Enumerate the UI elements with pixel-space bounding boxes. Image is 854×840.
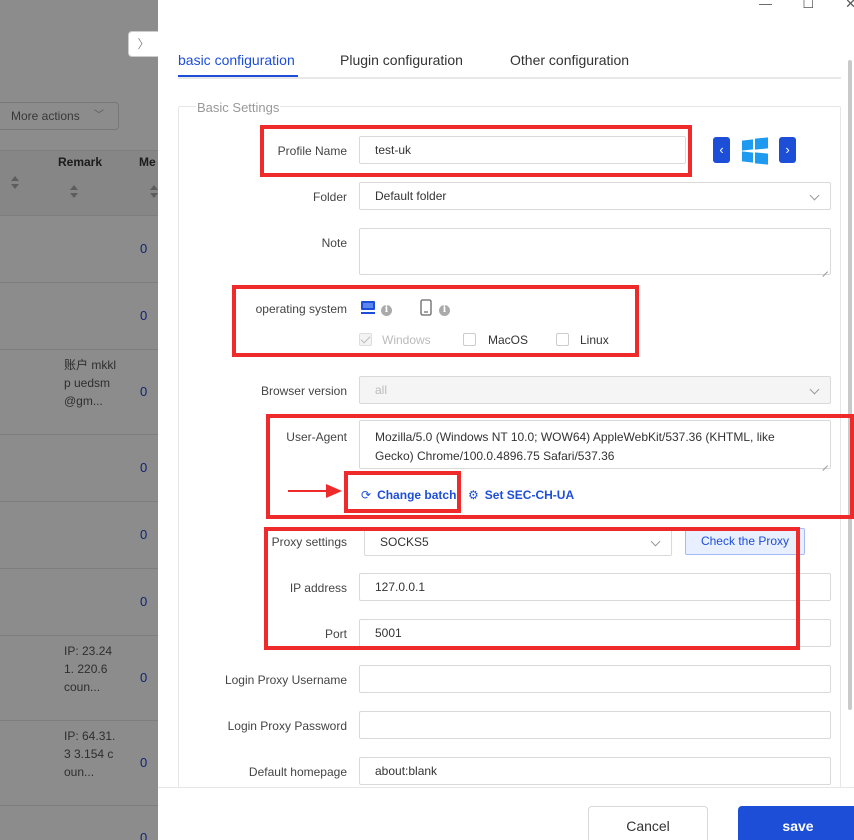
minimize-icon[interactable]: — [759, 0, 772, 11]
collapse-drawer-button[interactable]: 〉 [128, 31, 158, 57]
scrollbar[interactable] [848, 60, 852, 710]
folder-value: Default folder [375, 189, 447, 203]
note-label: Note [321, 236, 347, 250]
tab-other-configuration[interactable]: Other configuration [510, 52, 629, 68]
chevron-right-icon: 〉 [137, 37, 150, 51]
profile-drawer: — ☐ ✕ basic configuration Plugin configu… [158, 0, 854, 840]
chevron-left-icon: ‹ [719, 142, 724, 157]
close-icon[interactable]: ✕ [845, 0, 854, 12]
annotation-arrow-head [326, 484, 342, 498]
tab-plugin-configuration[interactable]: Plugin configuration [340, 52, 463, 68]
annotation-arrow [288, 490, 328, 492]
login-proxy-username-label: Login Proxy Username [224, 673, 347, 687]
chevron-down-icon [809, 190, 820, 201]
prev-os-button[interactable]: ‹ [713, 137, 730, 163]
active-tab-indicator [178, 75, 298, 77]
default-homepage-label: Default homepage [248, 765, 347, 779]
background-page: More actions ﹀ Remark Me 0 0 账户 mkklp ue… [0, 0, 158, 840]
folder-label: Folder [312, 190, 347, 204]
section-title: Basic Settings [196, 100, 281, 115]
maximize-icon[interactable]: ☐ [802, 0, 814, 12]
save-button[interactable]: save [738, 806, 854, 840]
resize-handle-icon[interactable] [821, 265, 829, 273]
tab-basic-configuration[interactable]: basic configuration [178, 52, 295, 68]
tab-bar: basic configuration Plugin configuration… [178, 52, 841, 79]
login-proxy-password-label: Login Proxy Password [227, 719, 347, 733]
login-proxy-password-input[interactable] [359, 711, 831, 739]
browser-version-select[interactable]: all [359, 376, 831, 404]
annotation-box [264, 527, 800, 650]
windows-logo-icon [742, 137, 768, 165]
chevron-right-icon: › [785, 142, 790, 157]
note-textarea[interactable] [359, 228, 831, 275]
browser-version-label: Browser version [260, 384, 347, 398]
chevron-down-icon [809, 384, 820, 395]
browser-version-value: all [375, 383, 388, 397]
annotation-box [260, 125, 692, 177]
modal-overlay[interactable] [0, 0, 158, 840]
annotation-box [232, 285, 639, 357]
default-homepage-input[interactable]: about:blank [359, 757, 831, 785]
login-proxy-username-input[interactable] [359, 665, 831, 693]
annotation-box [344, 471, 461, 513]
folder-select[interactable]: Default folder [359, 182, 831, 210]
next-os-button[interactable]: › [779, 137, 796, 163]
cancel-button[interactable]: Cancel [588, 806, 708, 840]
